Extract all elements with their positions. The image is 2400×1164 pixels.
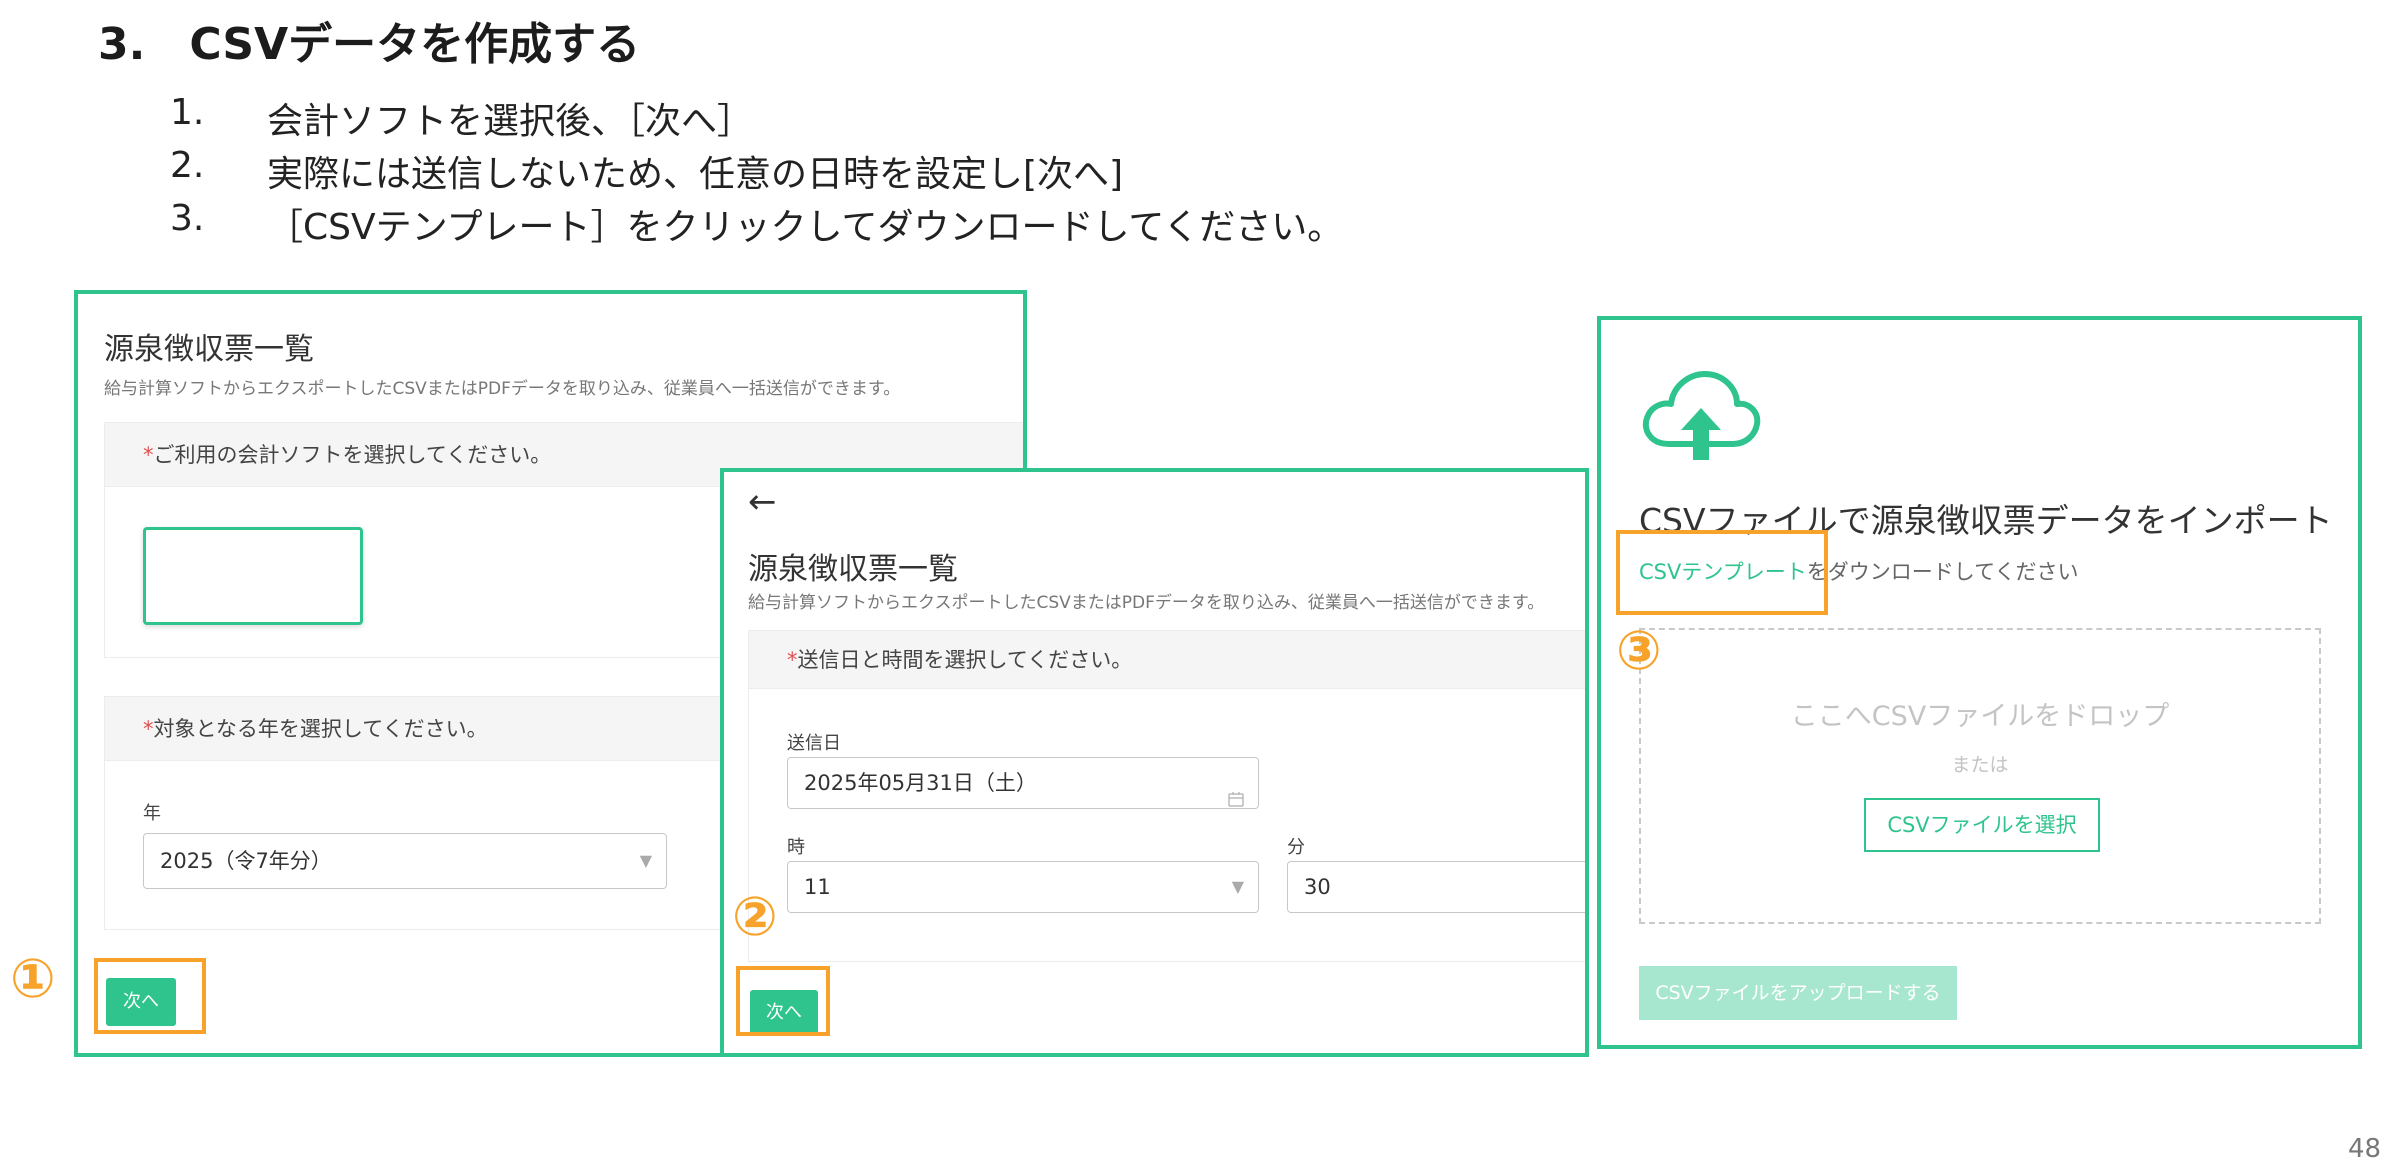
slide-heading: 3. CSVデータを作成する <box>98 19 641 70</box>
drop-text: ここへCSVファイルをドロップ <box>1790 701 2170 732</box>
step-number: 1. <box>170 92 205 133</box>
step-1: 1. 会計ソフトを選択後、［次へ］ <box>170 92 1470 142</box>
required-mark: * <box>787 648 798 672</box>
required-mark: * <box>143 717 154 741</box>
marker-2: ② <box>732 885 778 948</box>
date-label: 送信日 <box>787 733 841 754</box>
required-mark: * <box>143 443 154 467</box>
step-text: ［CSVテンプレート］をクリックしてダウンロードしてください。 <box>267 207 1344 248</box>
step-3: 3. ［CSVテンプレート］をクリックしてダウンロードしてください。 <box>170 198 1570 248</box>
csv-drop-zone[interactable]: ここへCSVファイルをドロップ または CSVファイルを選択 <box>1639 628 2321 924</box>
panel-description: 給与計算ソフトからエクスポートしたCSVまたはPDFデータを取り込み、従業員へ一… <box>104 379 901 399</box>
minute-label: 分 <box>1287 837 1305 858</box>
select-csv-button[interactable]: CSVファイルを選択 <box>1864 798 2100 852</box>
cloud-upload-icon <box>1639 362 1763 462</box>
panel-description: 給与計算ソフトからエクスポートしたCSVまたはPDFデータを取り込み、従業員へ一… <box>748 593 1545 613</box>
minute-select[interactable]: 30 <box>1287 861 1585 913</box>
arrow-left-icon[interactable]: ← <box>748 482 777 522</box>
datetime-section: *送信日と時間を選択してください。 送信日 2025年05月31日（土） 時 1… <box>748 630 1585 962</box>
page-number: 48 <box>2348 1134 2382 1164</box>
upload-csv-button[interactable]: CSVファイルをアップロードする <box>1639 966 1957 1020</box>
step-text: 実際には送信しないため、任意の日時を設定し[次へ] <box>267 154 1124 195</box>
marker-1: ① <box>10 947 56 1010</box>
date-input[interactable]: 2025年05月31日（土） <box>787 757 1259 809</box>
hour-label: 時 <box>787 837 805 858</box>
panel-datetime: ← 源泉徴収票一覧 給与計算ソフトからエクスポートしたCSVまたはPDFデータを… <box>720 468 1589 1057</box>
date-value: 2025年05月31日（土） <box>804 771 1037 795</box>
or-text: または <box>1951 754 2009 776</box>
hour-value: 11 <box>804 875 831 899</box>
highlight-box-next-1 <box>94 958 206 1034</box>
software-option-card[interactable] <box>143 527 363 625</box>
section-label: ご利用の会計ソフトを選択してください。 <box>153 443 552 467</box>
panel-title: 源泉徴収票一覧 <box>104 332 314 367</box>
step-2: 2. 実際には送信しないため、任意の日時を設定し[次へ] <box>170 145 1470 195</box>
panel-csv-import: CSVファイルで源泉徴収票データをインポート CSVテンプレートをダウンロードし… <box>1597 316 2362 1049</box>
chevron-down-icon: ▼ <box>639 851 652 870</box>
hour-select[interactable]: 11 ▼ <box>787 861 1259 913</box>
template-suffix: をダウンロードしてください <box>1806 560 2079 584</box>
year-value: 2025（令7年分） <box>160 849 332 873</box>
step-text: 会計ソフトを選択後、［次へ］ <box>267 101 754 142</box>
highlight-box-template <box>1616 530 1828 615</box>
calendar-icon <box>1228 775 1244 807</box>
year-select[interactable]: 2025（令7年分） ▼ <box>143 833 667 889</box>
section-label: 対象となる年を選択してください。 <box>153 717 488 741</box>
step-number: 3. <box>170 198 205 239</box>
section-label: 送信日と時間を選択してください。 <box>797 648 1133 672</box>
marker-3: ③ <box>1616 619 1662 682</box>
panel-title: 源泉徴収票一覧 <box>748 552 958 587</box>
minute-value: 30 <box>1304 875 1331 899</box>
chevron-down-icon: ▼ <box>1231 877 1244 896</box>
highlight-box-next-2 <box>736 966 830 1036</box>
section-header: *送信日と時間を選択してください。 <box>749 631 1585 689</box>
step-number: 2. <box>170 145 205 186</box>
year-label: 年 <box>143 803 161 824</box>
